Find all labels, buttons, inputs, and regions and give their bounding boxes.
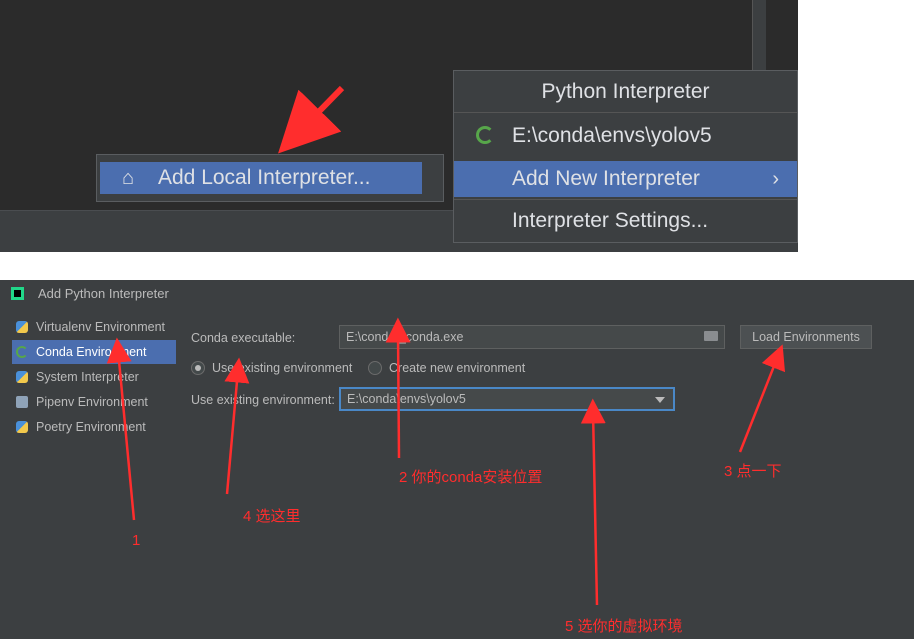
use-existing-radio[interactable] <box>191 361 205 375</box>
annotation-note-1: 1 <box>132 532 141 549</box>
sidebar-item-label: System Interpreter <box>36 370 139 384</box>
python-icon <box>16 321 28 333</box>
create-new-radio[interactable] <box>368 361 382 375</box>
scrollbar-gutter[interactable] <box>752 0 767 70</box>
sidebar-item-conda[interactable]: Conda Environment <box>12 340 176 364</box>
sidebar-item-pipenv[interactable]: Pipenv Environment <box>12 390 176 414</box>
sidebar-item-label: Pipenv Environment <box>36 395 148 409</box>
menu-item-yolov5-env[interactable]: E:\conda\envs\yolov5 <box>454 116 797 156</box>
dropdown-arrow-icon <box>655 397 665 403</box>
existing-environment-value: E:\conda\envs\yolov5 <box>347 392 466 406</box>
dialog-title: Add Python Interpreter <box>38 286 169 301</box>
menu-item-add-new-label: Add New Interpreter <box>512 167 700 190</box>
home-icon: ⌂ <box>122 167 135 189</box>
chevron-right-icon: › <box>772 168 779 190</box>
add-local-interpreter-label: Add Local Interpreter... <box>158 166 371 189</box>
sidebar-item-label: Poetry Environment <box>36 420 146 434</box>
python-icon <box>16 371 28 383</box>
existing-environment-label: Use existing environment: <box>191 393 335 407</box>
add-local-interpreter-item[interactable]: ⌂ Add Local Interpreter... <box>100 162 422 194</box>
load-environments-button[interactable]: Load Environments <box>740 325 872 349</box>
conda-executable-label: Conda executable: <box>191 331 296 345</box>
top-screenshot-panel: ⌂ Add Local Interpreter... Python Interp… <box>0 0 798 252</box>
dialog-title-bar: Add Python Interpreter <box>0 280 914 308</box>
annotation-note-5: 5 选你的虚拟环境 <box>565 618 683 635</box>
existing-environment-select[interactable]: E:\conda\envs\yolov5 <box>339 387 675 411</box>
menu-item-settings-label: Interpreter Settings... <box>512 209 709 232</box>
menu-item-interpreter-settings[interactable]: Interpreter Settings... <box>454 199 797 241</box>
menu-item-env-label: E:\conda\envs\yolov5 <box>512 124 712 147</box>
editor-edge <box>766 0 798 70</box>
add-local-interpreter-popup: ⌂ Add Local Interpreter... <box>96 154 444 202</box>
sidebar-item-label: Virtualenv Environment <box>36 320 166 334</box>
menu-title: Python Interpreter <box>454 71 797 113</box>
sidebar-item-poetry[interactable]: Poetry Environment <box>12 415 176 439</box>
sidebar-item-label: Conda Environment <box>36 345 147 359</box>
conda-executable-value: E:\conda\_conda.exe <box>346 330 464 344</box>
conda-executable-field[interactable]: E:\conda\_conda.exe <box>339 325 725 349</box>
annotation-note-4: 4 选这里 <box>243 508 301 525</box>
use-existing-radio-label: Use existing environment <box>212 361 353 375</box>
python-interpreter-menu: Python Interpreter E:\conda\envs\yolov5 … <box>453 70 798 243</box>
sidebar-item-system[interactable]: System Interpreter <box>12 365 176 389</box>
pycharm-logo-icon <box>11 287 24 300</box>
menu-item-add-new-interpreter[interactable]: Add New Interpreter › <box>454 161 797 197</box>
python-icon <box>16 421 28 433</box>
conda-env-icon <box>476 126 494 144</box>
pipenv-icon <box>16 396 28 408</box>
create-new-radio-label: Create new environment <box>389 361 526 375</box>
sidebar-item-virtualenv[interactable]: Virtualenv Environment <box>12 315 176 339</box>
annotation-note-3: 3 点一下 <box>724 463 782 480</box>
annotation-note-2: 2 你的conda安装位置 <box>399 469 543 486</box>
folder-icon[interactable] <box>704 331 718 341</box>
conda-icon <box>16 346 28 358</box>
